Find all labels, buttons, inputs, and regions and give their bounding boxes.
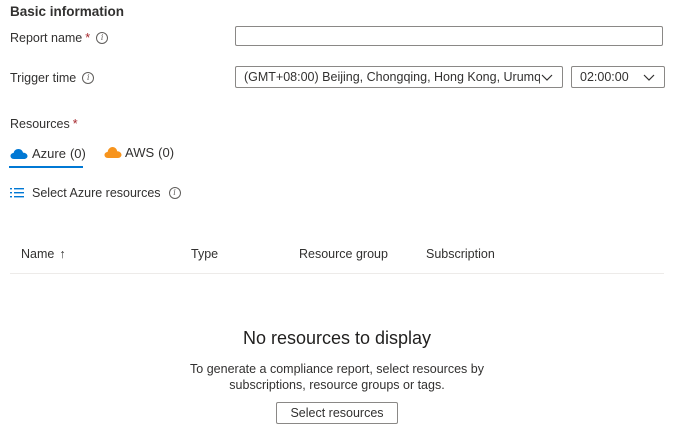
column-header-name-label: Name (21, 247, 55, 261)
section-title: Basic information (10, 4, 125, 19)
empty-state-title: No resources to display (242, 328, 432, 348)
time-value: 02:00:00 (580, 70, 629, 84)
report-name-label-row: Report name * i (10, 31, 109, 45)
time-dropdown[interactable]: 02:00:00 (571, 66, 665, 88)
chevron-down-icon (643, 74, 655, 81)
tab-aws[interactable]: AWS (0) (104, 145, 174, 160)
tab-aws-count: (0) (158, 145, 175, 160)
select-resources-button[interactable]: Select resources (276, 402, 398, 424)
info-icon[interactable]: i (168, 187, 181, 199)
select-azure-resources-command[interactable]: Select Azure resources i (10, 186, 181, 200)
table-header-divider (10, 273, 664, 274)
resources-label: Resources (10, 117, 70, 131)
list-icon (10, 188, 24, 198)
timezone-dropdown[interactable]: (GMT+08:00) Beijing, Chongqing, Hong Kon… (235, 66, 563, 88)
select-azure-resources-label: Select Azure resources (32, 186, 161, 200)
azure-cloud-icon (10, 148, 28, 159)
column-header-name[interactable]: Name ↑ (21, 247, 66, 261)
report-name-input[interactable] (235, 26, 663, 46)
timezone-value: (GMT+08:00) Beijing, Chongqing, Hong Kon… (244, 70, 540, 84)
tab-azure-count: (0) (69, 146, 86, 161)
column-header-resource-group[interactable]: Resource group (299, 247, 388, 261)
sort-ascending-icon: ↑ (59, 247, 66, 261)
tab-aws-label: AWS (125, 145, 155, 160)
aws-cloud-icon (104, 147, 122, 158)
column-header-subscription[interactable]: Subscription (426, 247, 495, 261)
trigger-time-label-row: Trigger time i (10, 71, 95, 85)
tab-azure-label: Azure (32, 146, 66, 161)
column-header-type[interactable]: Type (191, 247, 218, 261)
resources-label-row: Resources * (10, 117, 78, 131)
info-icon[interactable]: i (82, 72, 95, 84)
chevron-down-icon (541, 74, 553, 81)
tab-azure[interactable]: Azure (0) (10, 146, 86, 161)
info-icon[interactable]: i (96, 32, 109, 44)
selected-tab-indicator (9, 166, 83, 168)
required-marker: * (72, 117, 78, 131)
empty-state-description: To generate a compliance report, select … (190, 362, 484, 392)
required-marker: * (85, 31, 91, 45)
report-name-label: Report name (10, 31, 83, 45)
trigger-time-label: Trigger time (10, 71, 77, 85)
